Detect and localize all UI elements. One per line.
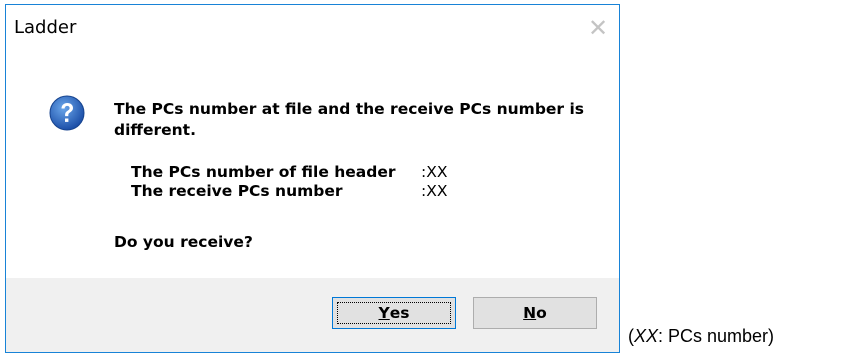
message-line-2: different. (114, 121, 196, 139)
focus-rect (337, 302, 451, 324)
footnote-code: XX (634, 326, 659, 346)
no-label-rest: o (536, 304, 547, 322)
footnote-rest: : PCs number) (658, 326, 775, 346)
message-line-1: The PCs number at file and the receive P… (114, 100, 585, 118)
footnote: (XX: PCs number) (628, 326, 774, 347)
ladder-dialog: Ladder ✕ The PCs number at file and the … (5, 4, 620, 353)
close-icon[interactable]: ✕ (587, 16, 609, 40)
no-accel: N (523, 304, 537, 322)
detail-list: The PCs number of file header :XX The re… (131, 163, 447, 201)
yes-button[interactable]: Yes (332, 297, 456, 329)
question-text: Do you receive? (114, 233, 253, 251)
detail-value: :XX (421, 182, 448, 200)
detail-row-file-header: The PCs number of file header :XX (131, 163, 447, 182)
button-bar: Yes No (6, 278, 619, 352)
detail-label: The receive PCs number (131, 182, 343, 200)
detail-row-receive: The receive PCs number :XX (131, 182, 447, 201)
detail-value: :XX (421, 163, 448, 181)
detail-label: The PCs number of file header (131, 163, 396, 181)
question-icon (49, 95, 85, 131)
no-button[interactable]: No (473, 297, 597, 329)
title-bar: Ladder ✕ (6, 5, 619, 59)
message-text: The PCs number at file and the receive P… (114, 99, 584, 141)
dialog-title: Ladder (14, 17, 77, 38)
dialog-content: The PCs number at file and the receive P… (6, 59, 619, 278)
